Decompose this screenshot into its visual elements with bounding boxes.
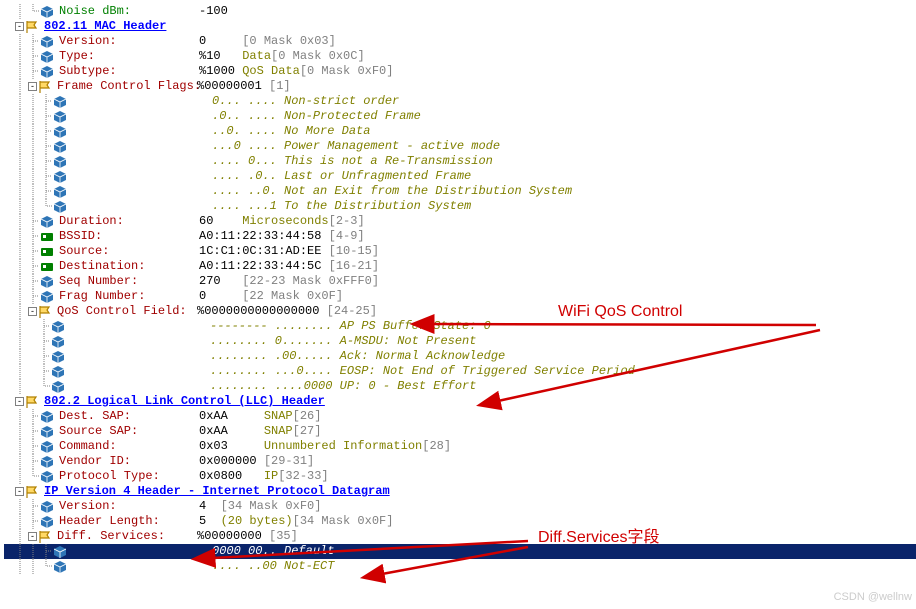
diff-bit-0[interactable]: 0000 00.. Default bbox=[4, 544, 916, 559]
frag[interactable]: Frag Number:0 [22 Mask 0x0F] bbox=[4, 289, 916, 304]
watermark: CSDN @wellnw bbox=[834, 590, 912, 605]
llc-ssap[interactable]: Source SAP:0xAA SNAP [27] bbox=[4, 424, 916, 439]
qos-control[interactable]: -QoS Control Field:%0000000000000000 [24… bbox=[4, 304, 916, 319]
fcf-bit-1-icon bbox=[54, 111, 68, 123]
diff-bit-1[interactable]: .... ..00 Not-ECT bbox=[4, 559, 916, 574]
subtype-icon bbox=[41, 66, 55, 78]
qos-bit-2[interactable]: ........ .00..... Ack: Normal Acknowledg… bbox=[4, 349, 916, 364]
llc-header-icon bbox=[26, 396, 40, 408]
llc-vendor[interactable]: Vendor ID:0x000000 [29-31] bbox=[4, 454, 916, 469]
qos-bit-0-icon bbox=[52, 321, 66, 333]
llc-header[interactable]: -802.2 Logical Link Control (LLC) Header bbox=[4, 394, 916, 409]
llc-dsap[interactable]: Dest. SAP:0xAA SNAP [26] bbox=[4, 409, 916, 424]
ip-version-icon bbox=[41, 501, 55, 513]
frag-icon bbox=[41, 291, 55, 303]
llc-proto[interactable]: Protocol Type:0x0800 IP [32-33] bbox=[4, 469, 916, 484]
llc-ssap-icon bbox=[41, 426, 55, 438]
llc-cmd-icon bbox=[41, 441, 55, 453]
fcf-bit-5-icon bbox=[54, 171, 68, 183]
diff-services-toggle[interactable]: - bbox=[28, 532, 37, 541]
fcf[interactable]: -Frame Control Flags:%00000001 [1] bbox=[4, 79, 916, 94]
fcf-bit-0[interactable]: 0... .... Non-strict order bbox=[4, 94, 916, 109]
version-icon bbox=[41, 36, 55, 48]
mac-header-icon bbox=[26, 21, 40, 33]
fcf-icon bbox=[39, 81, 53, 93]
qos-control-toggle[interactable]: - bbox=[28, 307, 37, 316]
bssid[interactable]: BSSID:A0:11:22:33:44:58 [4-9] bbox=[4, 229, 916, 244]
llc-header-toggle[interactable]: - bbox=[15, 397, 24, 406]
fcf-bit-3[interactable]: ...0 .... Power Management - active mode bbox=[4, 139, 916, 154]
destination-icon bbox=[41, 261, 55, 273]
fcf-bit-4-icon bbox=[54, 156, 68, 168]
version[interactable]: Version:0 [0 Mask 0x03] bbox=[4, 34, 916, 49]
ip-header-icon bbox=[26, 486, 40, 498]
qos-bit-3-icon bbox=[52, 366, 66, 378]
diff-bit-1-icon bbox=[54, 561, 68, 573]
qos-bit-4[interactable]: ........ ....0000 UP: 0 - Best Effort bbox=[4, 379, 916, 394]
fcf-bit-6-icon bbox=[54, 186, 68, 198]
fcf-bit-2[interactable]: ..0. .... No More Data bbox=[4, 124, 916, 139]
qos-bit-1[interactable]: ........ 0....... A-MSDU: Not Present bbox=[4, 334, 916, 349]
noise-dbm-icon bbox=[41, 6, 55, 18]
qos-bit-1-icon bbox=[52, 336, 66, 348]
ip-version[interactable]: Version:4 [34 Mask 0xF0] bbox=[4, 499, 916, 514]
mac-header-toggle[interactable]: - bbox=[15, 22, 24, 31]
qos-bit-3[interactable]: ........ ...0.... EOSP: Not End of Trigg… bbox=[4, 364, 916, 379]
fcf-bit-6[interactable]: .... ..0. Not an Exit from the Distribut… bbox=[4, 184, 916, 199]
ip-header[interactable]: -IP Version 4 Header - Internet Protocol… bbox=[4, 484, 916, 499]
fcf-bit-7[interactable]: .... ...1 To the Distribution System bbox=[4, 199, 916, 214]
type[interactable]: Type:%10 Data [0 Mask 0x0C] bbox=[4, 49, 916, 64]
bssid-icon bbox=[41, 231, 55, 243]
qos-bit-4-icon bbox=[52, 381, 66, 393]
qos-bit-0[interactable]: -------- ........ AP PS Buffer State: 0 bbox=[4, 319, 916, 334]
subtype[interactable]: Subtype:%1000 QoS Data [0 Mask 0xF0] bbox=[4, 64, 916, 79]
annotation-qos: WiFi QoS Control bbox=[558, 304, 682, 319]
source[interactable]: Source:1C:C1:0C:31:AD:EE [10-15] bbox=[4, 244, 916, 259]
fcf-toggle[interactable]: - bbox=[28, 82, 37, 91]
fcf-bit-4[interactable]: .... 0... This is not a Re-Transmission bbox=[4, 154, 916, 169]
fcf-bit-1[interactable]: .0.. .... Non-Protected Frame bbox=[4, 109, 916, 124]
llc-vendor-icon bbox=[41, 456, 55, 468]
seq[interactable]: Seq Number:270 [22-23 Mask 0xFFF0] bbox=[4, 274, 916, 289]
fcf-bit-5[interactable]: .... .0.. Last or Unfragmented Frame bbox=[4, 169, 916, 184]
ip-header-toggle[interactable]: - bbox=[15, 487, 24, 496]
ip-hlen[interactable]: Header Length:5 (20 bytes) [34 Mask 0x0F… bbox=[4, 514, 916, 529]
fcf-bit-7-icon bbox=[54, 201, 68, 213]
annotation-diff: Diff.Services字段 bbox=[538, 530, 660, 545]
fcf-bit-0-icon bbox=[54, 96, 68, 108]
llc-dsap-icon bbox=[41, 411, 55, 423]
mac-header[interactable]: -802.11 MAC Header bbox=[4, 19, 916, 34]
ip-hlen-icon bbox=[41, 516, 55, 528]
diff-bit-0-icon bbox=[54, 546, 68, 558]
llc-cmd[interactable]: Command:0x03 Unnumbered Information [28] bbox=[4, 439, 916, 454]
diff-services-icon bbox=[39, 531, 53, 543]
duration[interactable]: Duration:60 Microseconds [2-3] bbox=[4, 214, 916, 229]
duration-icon bbox=[41, 216, 55, 228]
llc-proto-icon bbox=[41, 471, 55, 483]
source-icon bbox=[41, 246, 55, 258]
fcf-bit-3-icon bbox=[54, 141, 68, 153]
noise-dbm[interactable]: Noise dBm:-100 bbox=[4, 4, 916, 19]
destination[interactable]: Destination:A0:11:22:33:44:5C [16-21] bbox=[4, 259, 916, 274]
type-icon bbox=[41, 51, 55, 63]
seq-icon bbox=[41, 276, 55, 288]
qos-bit-2-icon bbox=[52, 351, 66, 363]
diff-services[interactable]: -Diff. Services:%00000000 [35] bbox=[4, 529, 916, 544]
qos-control-icon bbox=[39, 306, 53, 318]
fcf-bit-2-icon bbox=[54, 126, 68, 138]
